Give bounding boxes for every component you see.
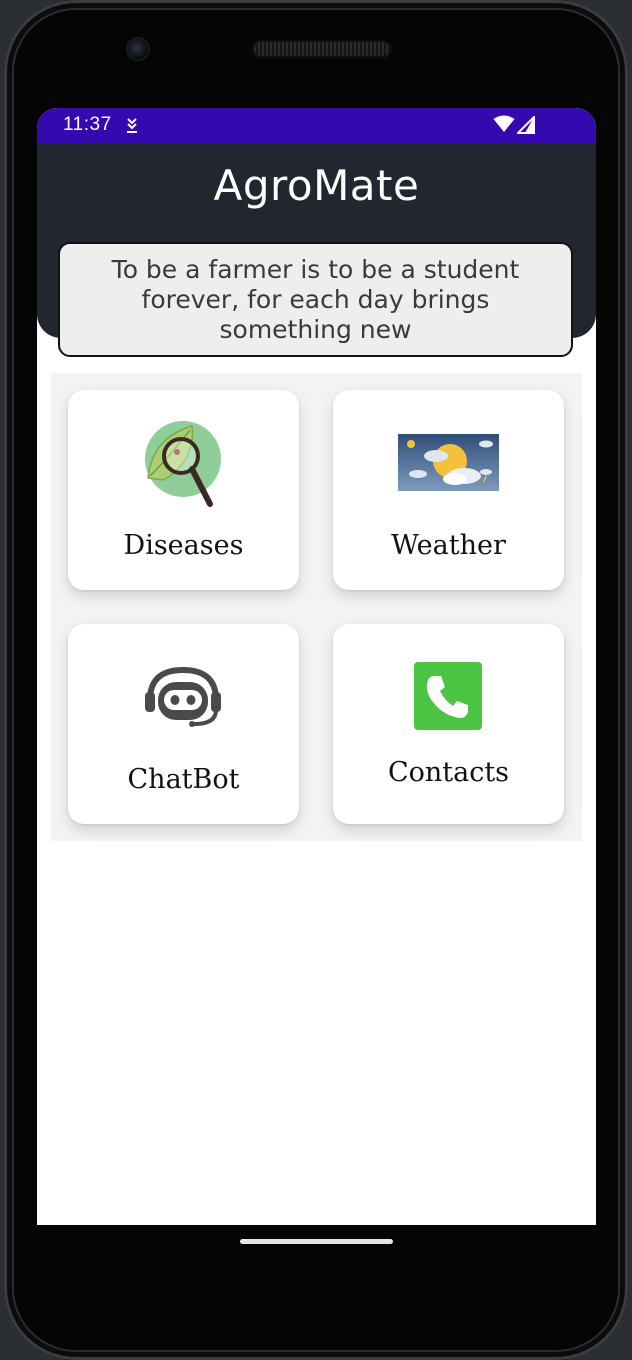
- contacts-card[interactable]: Contacts: [333, 624, 564, 824]
- app-title: AgroMate: [213, 161, 420, 210]
- diseases-card[interactable]: Diseases: [68, 390, 299, 590]
- weather-label: Weather: [391, 530, 506, 561]
- chatbot-label: ChatBot: [127, 764, 240, 795]
- diseases-label: Diseases: [123, 530, 244, 561]
- quote-card: To be a farmer is to be a student foreve…: [58, 242, 573, 357]
- home-indicator[interactable]: [240, 1239, 393, 1244]
- app-screen: 11:37 AgroMate To be a farmer is to be a…: [37, 108, 596, 1225]
- phone-icon: [414, 662, 482, 730]
- status-time: 11:37: [63, 114, 112, 135]
- signal-icon: [517, 116, 535, 134]
- weather-icon: [398, 434, 499, 491]
- front-camera: [128, 39, 148, 59]
- leaf-magnifier-icon: [145, 421, 221, 507]
- earpiece-speaker: [254, 42, 390, 56]
- quote-text: To be a farmer is to be a student foreve…: [111, 254, 520, 344]
- status-bar: 11:37: [37, 108, 596, 143]
- chatbot-icon: [145, 666, 221, 727]
- contacts-label: Contacts: [387, 757, 510, 788]
- wifi-icon: [493, 115, 515, 132]
- chatbot-card[interactable]: ChatBot: [68, 624, 299, 824]
- download-icon: [127, 118, 137, 133]
- menu-grid: Diseases Weather ChatBot Contacts: [51, 373, 582, 841]
- weather-card[interactable]: Weather: [333, 390, 564, 590]
